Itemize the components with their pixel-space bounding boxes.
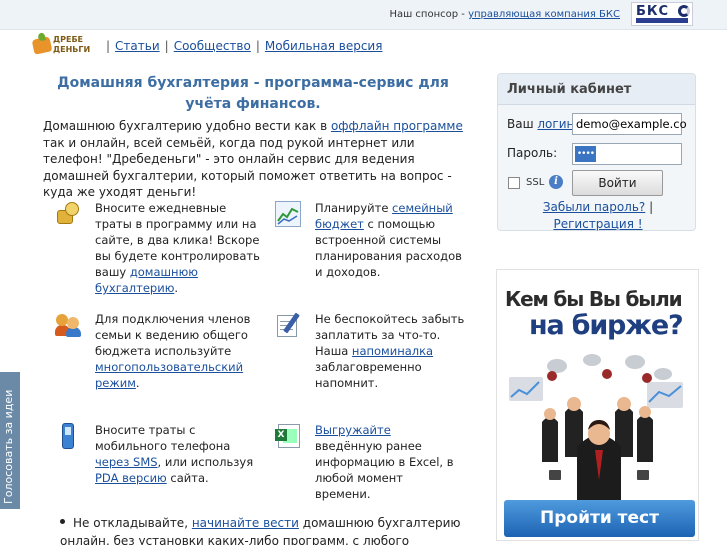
nav-item-mobile[interactable]: Мобильная версия [265, 39, 383, 53]
feature-text-mid: , или используя [157, 455, 254, 469]
feature-export: Выгружайте введённую ранее информацию в … [315, 422, 455, 502]
chart-icon [275, 201, 301, 227]
banner-subheadline: на бирже? [529, 310, 684, 341]
ad-banner[interactable]: Кем бы Вы были на бирже? Пройти тест [496, 269, 699, 541]
take-test-button[interactable]: Пройти тест [504, 500, 695, 537]
nav-separator: | [255, 39, 260, 53]
banner-illustration [509, 354, 683, 502]
page-title: Домашняя бухгалтерия - программа-сервис … [57, 75, 449, 112]
phone-icon [58, 423, 84, 449]
info-icon[interactable]: i [549, 175, 563, 189]
bks-logo-strip [636, 18, 688, 23]
logo-text: ДРЕБЕ ДЕНЬГИ [53, 35, 91, 54]
bullet-icon [60, 519, 65, 524]
sponsor-text: Наш спонсор - управляющая компания БКС [389, 9, 620, 20]
feature-text-end: . [174, 281, 179, 295]
top-navigation: ДРЕБЕ ДЕНЬГИ | Статьи | Сообщество | Мобильна… [31, 34, 382, 60]
sponsor-bar: Наш спонсор - управляющая компания БКС Б… [0, 0, 727, 30]
pda-version-link[interactable]: PDA версию [95, 471, 167, 485]
site-logo[interactable]: ДРЕБЕ ДЕНЬГИ [31, 34, 95, 58]
bks-logo-text: БКС [636, 4, 670, 19]
feature-text-end: . [135, 376, 140, 390]
nav-item-articles[interactable]: Статьи [115, 39, 160, 53]
password-mask: •••• [575, 146, 596, 162]
ssl-checkbox[interactable] [508, 177, 520, 189]
offline-program-link[interactable]: оффлайн программе [331, 119, 463, 133]
intro-text: Домашнюю бухгалтерию удобно вести как в … [43, 118, 469, 201]
feature-text-end: заблаговременно напомнит. [315, 360, 422, 390]
login-field[interactable]: demo@example.co [572, 113, 687, 135]
vote-ideas-label: Голосовать за идеи [2, 389, 15, 504]
intro-text-end: так и онлайн, всей семьёй, когда под рук… [43, 135, 452, 200]
nav-separator: | [164, 39, 169, 53]
bks-logo-mark [678, 5, 690, 17]
register-link[interactable]: Регистрация ! [553, 217, 642, 231]
login-panel-title: Личный кабинет [507, 82, 632, 97]
nav-item-community[interactable]: Сообщество [174, 39, 251, 53]
multiuser-mode-link[interactable]: многопользовательский режим [95, 360, 243, 390]
export-link[interactable]: Выгружайте [315, 423, 391, 437]
login-panel: Личный кабинет Ваш логин: demo@example.c… [497, 73, 696, 231]
reminder-link[interactable]: напоминалка [352, 344, 433, 358]
login-label-prefix: Ваш [507, 117, 538, 131]
feature-reminder: Не беспокойтесь забыть заплатить за что-… [315, 311, 467, 391]
login-help-link[interactable]: логин [537, 117, 574, 131]
sponsor-link[interactable]: управляющая компания БКС [468, 9, 620, 20]
forgot-password-link[interactable]: Забыли пароль? [543, 200, 645, 214]
password-label: Пароль: [507, 146, 558, 160]
feature-text-end: сайта. [166, 471, 209, 485]
users-icon [55, 312, 81, 338]
nav-separator: | [106, 39, 111, 53]
feature-text-end: введённую ранее информацию в Excel, в лю… [315, 439, 454, 501]
password-field[interactable]: •••• [572, 143, 682, 165]
start-link[interactable]: начинайте вести [192, 516, 299, 530]
login-panel-header: Личный кабинет [498, 74, 695, 105]
wallet-icon [31, 36, 53, 55]
feature-budget-planning: Планируйте семейный бюджет с помощью вст… [315, 200, 465, 280]
list-item: Не откладывайте, начинайте вести домашню… [60, 514, 470, 545]
feature-multiuser: Для подключения членов семьи к ведению о… [95, 311, 255, 391]
login-button[interactable]: Войти [572, 170, 663, 196]
intro-text-start: Домашнюю бухгалтерию удобно вести как в [43, 119, 331, 133]
feature-daily-expenses: Вносите ежедневные траты в программу или… [95, 200, 260, 296]
coins-icon [55, 200, 81, 226]
login-label: Ваш логин: [507, 117, 578, 131]
note-icon [276, 312, 302, 338]
bullet-text-start: Не откладывайте, [73, 516, 192, 530]
banner-headline: Кем бы Вы были [505, 287, 683, 311]
excel-icon: X [275, 423, 301, 449]
nav-links: | Статьи | Сообщество | Мобильная версия [101, 39, 382, 53]
login-links: Забыли пароль? | Регистрация ! [503, 199, 693, 233]
feature-mobile: Вносите траты с мобильного телефона чере… [95, 422, 260, 486]
bks-logo[interactable]: БКС [631, 2, 693, 26]
sponsor-prefix: Наш спонсор - [389, 9, 469, 20]
feature-text: Планируйте [315, 201, 393, 215]
vote-ideas-tab[interactable]: Голосовать за идеи [0, 372, 20, 509]
feature-text: Вносите траты с мобильного телефона [95, 423, 231, 453]
ssl-label: SSL [526, 177, 545, 188]
feature-text: Для подключения членов семьи к ведению о… [95, 312, 251, 358]
links-separator: | [649, 200, 654, 214]
sms-link[interactable]: через SMS [95, 455, 158, 469]
